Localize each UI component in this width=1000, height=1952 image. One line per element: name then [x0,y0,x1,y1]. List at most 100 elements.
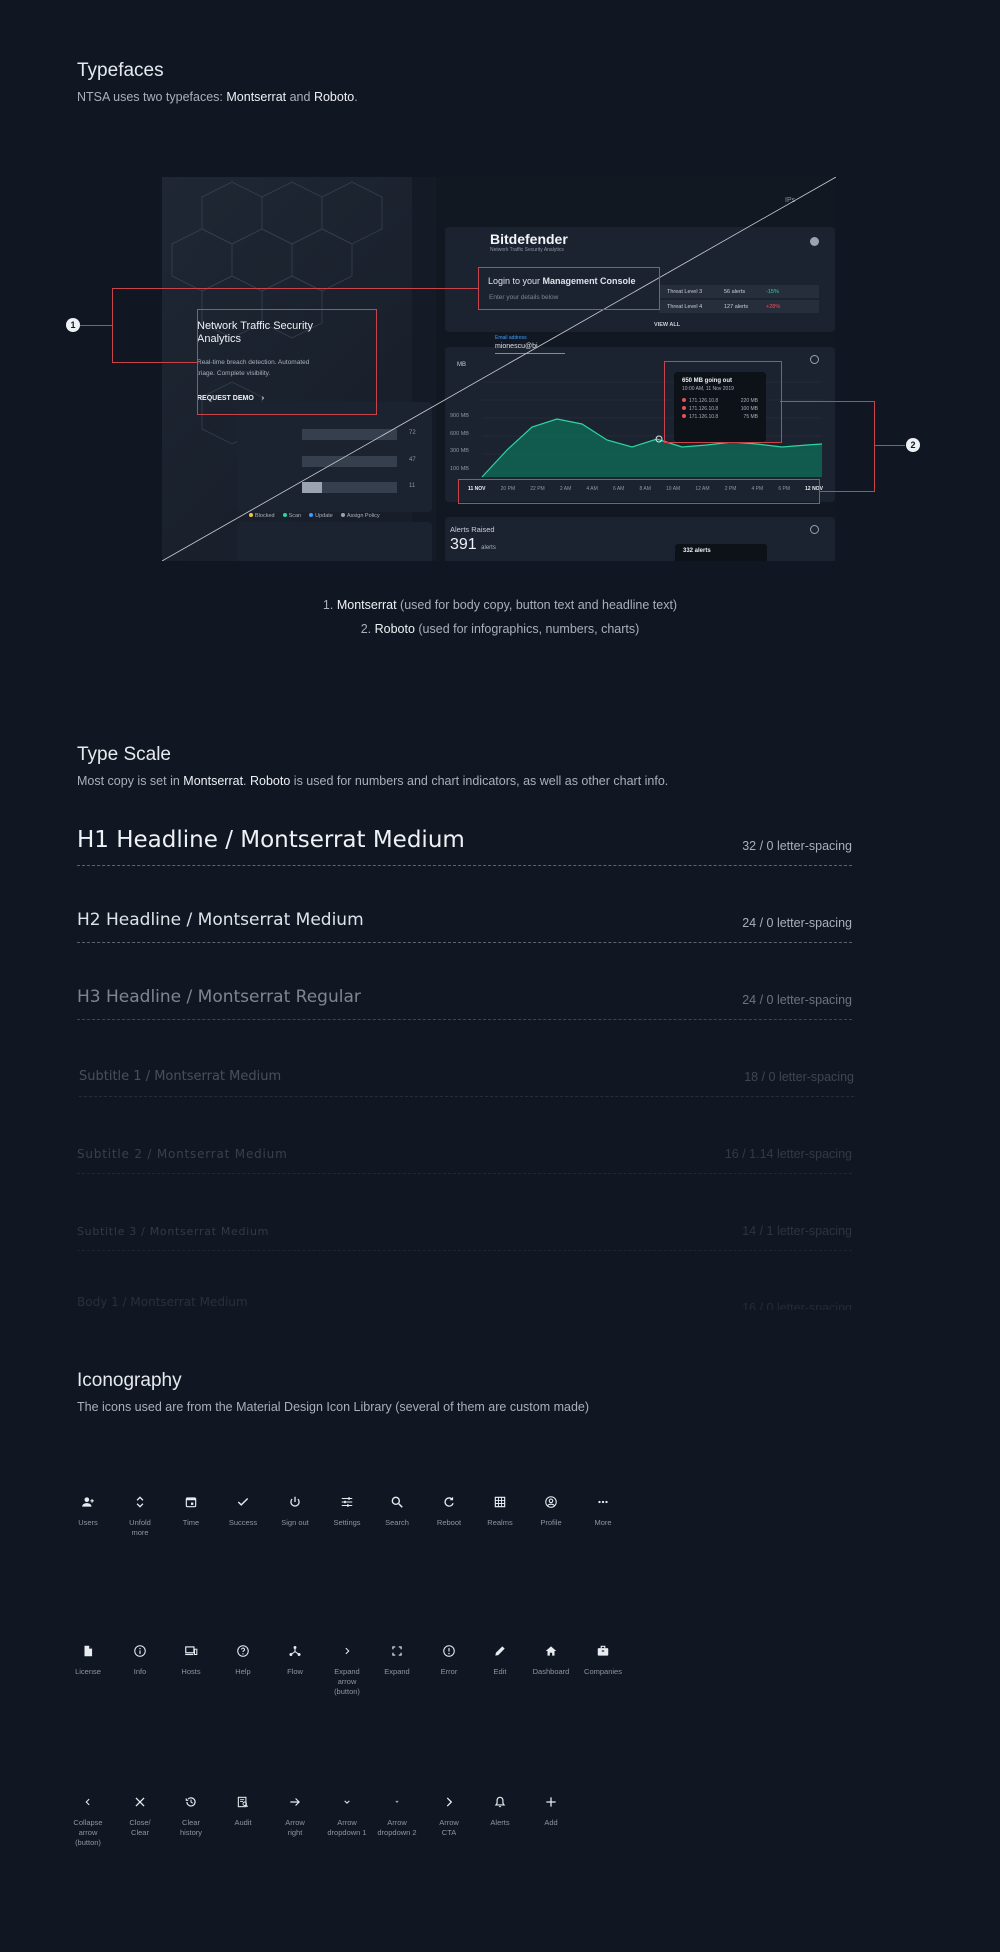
callout-marker-2: 2 [906,438,920,452]
icon-label: Expand [384,1667,410,1676]
icon-label: Sign out [281,1518,309,1527]
icon-arrow-right: Arrow right [270,1790,320,1838]
type-scale-row: Body 1 / Montserrat Medium 16 / 0 letter… [77,1290,852,1310]
type-sample-subtitle2: Subtitle 2 / Montserrat Medium [77,1147,288,1161]
close-icon [115,1790,165,1812]
add-user-icon [63,1490,113,1512]
iconography-description: The icons used are from the Material Des… [77,1400,590,1414]
icon-audit: Audit [218,1790,268,1828]
icon-profile: Profile [526,1490,576,1528]
icon-label: Search [385,1518,409,1527]
icon-more: More [578,1490,628,1528]
icon-label: Info [133,1667,147,1676]
icon-label: Help [235,1667,251,1676]
icon-label: Users [78,1518,98,1527]
type-scale-title: Type Scale [77,744,171,765]
icon-label: Arrow CTA [439,1818,459,1837]
icon-label: Flow [287,1667,303,1676]
error-icon [424,1639,474,1661]
icon-label: Arrow dropdown 1 [327,1818,367,1837]
note-montserrat: 1. Montserrat (used for body copy, butto… [0,598,1000,612]
note-font-name: Montserrat [336,598,397,612]
callout-line [874,401,875,492]
grid-icon [475,1490,525,1512]
type-scale-row: H3 Headline / Montserrat Regular 24 / 0 … [77,943,852,1020]
chevron-right-icon [322,1639,372,1661]
arrow-cta-icon [424,1790,474,1812]
icon-error: Error [424,1639,474,1677]
icon-close: Close/ Clear [115,1790,165,1838]
icon-label: Realms [487,1518,513,1527]
more-horiz-icon [578,1490,628,1512]
icon-help: Help [218,1639,268,1677]
icon-label: Time [182,1518,200,1527]
callout-montserrat-hero [197,309,377,415]
icon-users: Users [63,1490,113,1528]
type-scale-row: Subtitle 1 / Montserrat Medium 18 / 0 le… [79,1020,854,1097]
icon-sign-out: Sign out [270,1490,320,1528]
desc-text: Most copy is set in [77,774,184,788]
icon-flow: Flow [270,1639,320,1677]
type-sample-h3: H3 Headline / Montserrat Regular [77,987,361,1007]
icon-label: Dashboard [532,1667,570,1676]
help-icon [218,1639,268,1661]
icon-label: Unfold more [129,1518,151,1537]
icon-label: Audit [234,1818,252,1827]
chevron-down-icon [322,1790,372,1812]
font-roboto: Roboto [250,774,291,788]
note-text: 2. [360,622,375,636]
type-scale-row: H2 Headline / Montserrat Medium 24 / 0 l… [77,866,852,943]
icon-settings: Settings [322,1490,372,1528]
type-scale-row: H1 Headline / Montserrat Medium 32 / 0 l… [77,789,852,866]
callout-montserrat-login [478,267,660,310]
type-spec: 18 / 0 letter-spacing [744,1070,854,1084]
flow-icon [270,1639,320,1661]
icon-companies: Companies [578,1639,628,1677]
type-spec: 16 / 0 letter-spacing [742,1301,852,1310]
icon-expand-arrow: Expand arrow (button) [322,1639,372,1697]
icon-label: Error [440,1667,458,1676]
tune-icon [322,1490,372,1512]
info-icon [115,1639,165,1661]
icon-alerts: Alerts [475,1790,525,1828]
icon-label: Clear history [179,1818,203,1837]
icon-collapse-arrow: Collapse arrow (button) [63,1790,113,1848]
icon-add: Add [526,1790,576,1828]
icon-label: Success [228,1518,258,1527]
type-spec: 24 / 0 letter-spacing [742,916,852,930]
icon-label: Reboot [436,1518,462,1527]
pencil-icon [475,1639,525,1661]
icon-label: Add [544,1818,558,1827]
icon-label: Collapse arrow (button) [73,1818,103,1847]
briefcase-icon [578,1639,628,1661]
plus-icon [526,1790,576,1812]
icon-label: License [75,1667,101,1676]
type-spec: 14 / 1 letter-spacing [742,1224,852,1238]
icon-label: Companies [584,1667,622,1676]
typefaces-desc-text: and [286,90,314,104]
icon-unfold-more: Unfold more [115,1490,165,1538]
typefaces-title: Typefaces [77,60,164,81]
bell-icon [475,1790,525,1812]
note-text: (used for infographics, numbers, charts) [414,622,640,636]
check-icon [218,1490,268,1512]
icon-reboot: Reboot [424,1490,474,1528]
history-icon [166,1790,216,1812]
icon-hosts: Hosts [166,1639,216,1677]
typefaces-desc-text: . [354,90,358,104]
iconography-title: Iconography [77,1370,182,1391]
font-roboto: Roboto [313,90,355,104]
callout-line [112,362,198,363]
icon-label: Settings [333,1518,361,1527]
refresh-icon [424,1490,474,1512]
icon-license: License [63,1639,113,1677]
type-sample-body1: Body 1 / Montserrat Medium [77,1295,248,1309]
calendar-icon [166,1490,216,1512]
typefaces-description: NTSA uses two typefaces: Montserrat and … [77,90,358,104]
audit-icon [218,1790,268,1812]
icon-expand: Expand [372,1639,422,1677]
type-spec: 32 / 0 letter-spacing [742,839,852,853]
callout-roboto-tooltip [664,361,782,443]
note-font-name: Roboto [374,622,415,636]
font-montserrat: Montserrat [183,774,244,788]
